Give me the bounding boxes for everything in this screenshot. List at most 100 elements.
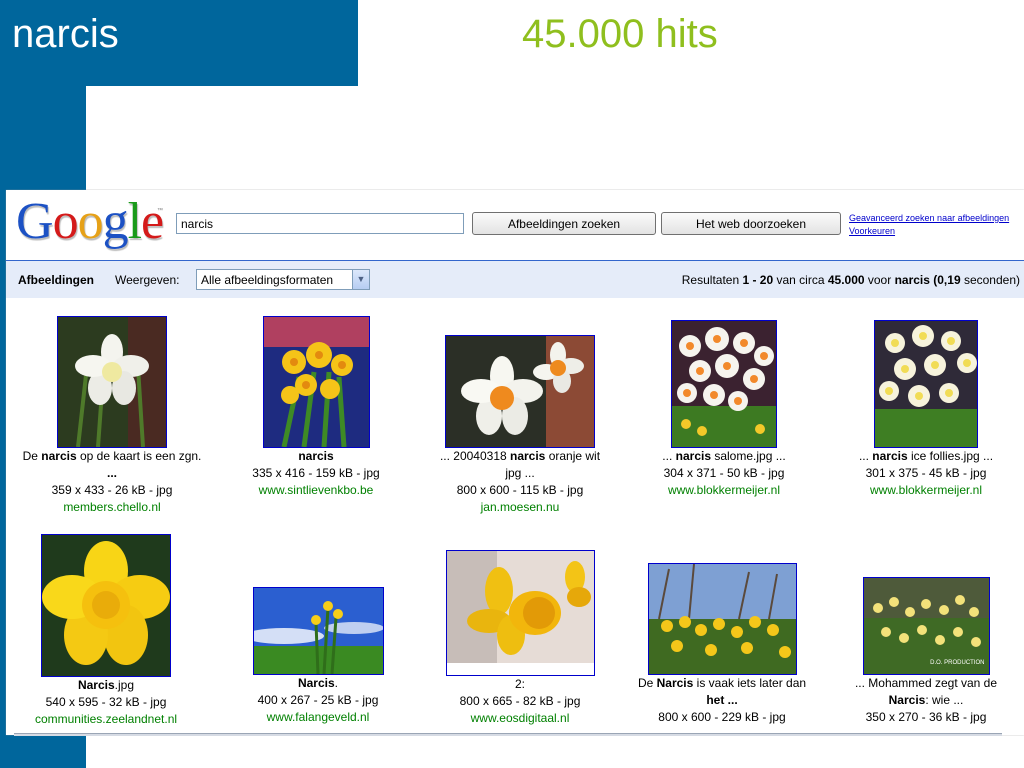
advanced-search-link[interactable]: Geavanceerd zoeken naar afbeeldingen (849, 212, 1009, 225)
result-caption[interactable]: ... Mohammed zegt van de (820, 675, 1024, 692)
horizontal-scrollbar[interactable] (14, 733, 1002, 736)
caption-bold: narcis (298, 449, 334, 463)
result-cell: 2: 800 x 665 - 82 kB - jpg www.eosdigita… (414, 550, 626, 727)
result-cell: narcis 335 x 416 - 159 kB - jpg www.sint… (210, 316, 422, 499)
narcis-photo-image (42, 535, 170, 676)
caption-pre: ... (662, 449, 676, 463)
result-site[interactable]: www.blokkermeijer.nl (618, 482, 830, 499)
caption-bold: narcis (41, 449, 77, 463)
result-site[interactable]: www.eosdigitaal.nl (414, 710, 626, 727)
caption-pre: 2: (514, 677, 525, 691)
caption-bold: Narcis (77, 678, 115, 692)
narcis-photo-image (446, 551, 594, 675)
result-dimensions: 301 x 375 - 45 kB - jpg (865, 466, 987, 480)
show-label: Weergeven: (115, 273, 180, 287)
result-thumbnail[interactable] (57, 316, 167, 448)
results-query: narcis (894, 273, 930, 287)
result-thumbnail[interactable]: D.O. PRODUCTION (862, 577, 990, 675)
format-filter-value: Alle afbeeldingsformaten (201, 273, 334, 287)
caption-pre: De (22, 449, 42, 463)
results-mid: van circa (773, 273, 828, 287)
search-input[interactable] (176, 213, 464, 234)
narcis-photo-image (672, 321, 776, 447)
images-label: Afbeeldingen (18, 273, 95, 287)
result-dimensions: 800 x 665 - 82 kB - jpg (459, 694, 581, 708)
result-caption[interactable]: ... narcis salome.jpg ... (618, 448, 830, 465)
result-caption[interactable]: ... narcis ice follies.jpg ... (820, 448, 1024, 465)
logo-letter: l (127, 193, 142, 250)
caption-post: .jpg (114, 678, 135, 692)
result-cell: ... narcis salome.jpg ... 304 x 371 - 50… (618, 320, 830, 499)
top-links: Geavanceerd zoeken naar afbeeldingen Voo… (849, 212, 1009, 238)
result-thumbnail[interactable] (252, 587, 384, 675)
result-caption[interactable]: Narcis.jpg (6, 677, 212, 694)
caption-bold: Narcis (297, 676, 335, 690)
narcis-photo-image (253, 588, 383, 674)
chevron-down-icon[interactable]: ▼ (352, 270, 369, 289)
logo-letter: o (52, 193, 79, 250)
caption-post: is vaak iets later dan (693, 676, 807, 690)
format-filter-select[interactable]: Alle afbeeldingsformaten ▼ (196, 269, 370, 290)
result-thumbnail[interactable] (647, 563, 797, 675)
result-dimensions: 350 x 270 - 36 kB - jpg (865, 710, 987, 724)
results-summary: Resultaten 1 - 20 van circa 45.000 voor … (682, 273, 1020, 287)
result-cell: D.O. PRODUCTION ... Mohammed zegt van de… (820, 577, 1024, 726)
result-caption[interactable]: Narcis. (212, 675, 424, 692)
caption-post: op de kaart is een zgn. (76, 449, 202, 463)
result-caption[interactable]: ... 20040318 narcis oranje wit (414, 448, 626, 465)
results-total: 45.000 (827, 273, 865, 287)
result-thumbnail[interactable] (671, 320, 777, 448)
slide-title: narcis (12, 12, 119, 56)
narcis-photo-image (58, 317, 166, 447)
watermark-text: D.O. PRODUCTION (930, 660, 985, 666)
result-thumbnail[interactable] (445, 550, 595, 676)
trademark-mark: ™ (157, 208, 163, 214)
result-cell: De Narcis is vaak iets later dan het ...… (616, 563, 828, 726)
result-thumbnail[interactable] (874, 320, 978, 448)
google-logo[interactable]: Google (16, 192, 164, 252)
results-bar: Afbeeldingen Weergeven: Alle afbeeldings… (6, 260, 1024, 298)
result-site[interactable]: www.sintlievenkbo.be (210, 482, 422, 499)
result-caption[interactable]: De narcis op de kaart is een zgn. (6, 448, 218, 465)
narcis-photo-image (263, 317, 369, 447)
result-cell: ... 20040318 narcis oranje wit jpg ... 8… (414, 335, 626, 516)
result-caption[interactable]: narcis (210, 448, 422, 465)
result-site[interactable]: www.falangeveld.nl (212, 709, 424, 726)
search-images-button[interactable]: Afbeeldingen zoeken (472, 212, 656, 235)
result-site[interactable]: members.chello.nl (6, 499, 218, 516)
result-thumbnail[interactable] (41, 534, 171, 677)
result-thumbnail[interactable] (262, 316, 370, 448)
result-cell: Narcis. 400 x 267 - 25 kB - jpg www.fala… (212, 587, 424, 726)
results-range: 1 - 20 (742, 273, 774, 287)
result-dimensions: 359 x 433 - 26 kB - jpg (51, 483, 173, 497)
result-dimensions: 335 x 416 - 159 kB - jpg (252, 466, 380, 480)
caption-post: salome.jpg ... (711, 449, 786, 463)
result-dimensions: 400 x 267 - 25 kB - jpg (257, 693, 379, 707)
caption-post: oranje wit (545, 449, 601, 463)
narcis-photo-image (648, 564, 796, 674)
logo-letter: G (16, 193, 54, 250)
result-cell: Narcis.jpg 540 x 595 - 32 kB - jpg commu… (6, 534, 212, 728)
caption-bold: narcis (510, 449, 546, 463)
caption-line2: jpg ... (505, 466, 535, 480)
result-caption[interactable]: De Narcis is vaak iets later dan (616, 675, 828, 692)
search-web-button[interactable]: Het web doorzoeken (661, 212, 841, 235)
preferences-link[interactable]: Voorkeuren (849, 225, 1009, 238)
google-image-search-screenshot: Google ™ Afbeeldingen zoeken Het web doo… (6, 190, 1024, 735)
slide-hits-count: 45.000 hits (522, 12, 718, 56)
caption-pre: De (637, 676, 657, 690)
result-site[interactable]: communities.zeelandnet.nl (6, 711, 212, 728)
result-dimensions: 540 x 595 - 32 kB - jpg (45, 695, 167, 709)
logo-letter: e (141, 193, 164, 250)
results-prefix: Resultaten (681, 273, 743, 287)
caption-bold: narcis (872, 449, 908, 463)
result-thumbnail[interactable] (445, 335, 595, 448)
result-dimensions: 800 x 600 - 229 kB - jpg (658, 710, 786, 724)
result-site[interactable]: www.blokkermeijer.nl (820, 482, 1024, 499)
caption-pre: ... Mohammed zegt van de (854, 676, 998, 690)
results-for: voor (864, 273, 895, 287)
caption-bold: Narcis (656, 676, 694, 690)
result-site[interactable]: jan.moesen.nu (414, 499, 626, 516)
result-caption[interactable]: 2: (414, 676, 626, 693)
caption-pre: ... 20040318 (439, 449, 510, 463)
